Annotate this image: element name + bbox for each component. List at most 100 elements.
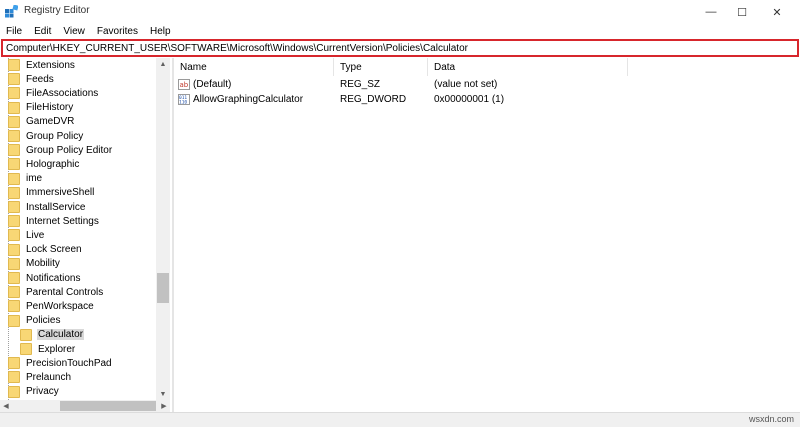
minimize-button[interactable]: — [694, 0, 728, 24]
column-header-name[interactable]: Name [174, 58, 334, 76]
value-name: (Default) [193, 78, 232, 90]
folder-icon [8, 385, 20, 398]
tree-item[interactable]: Prelaunch [8, 370, 72, 384]
tree-item[interactable]: Group Policy Editor [8, 143, 113, 157]
registry-editor-icon [5, 5, 18, 18]
tree-item-label: Explorer [38, 343, 76, 355]
folder-icon [20, 343, 32, 355]
folder-icon [8, 158, 20, 171]
tree-item-label: Group Policy Editor [26, 144, 113, 156]
tree-item[interactable]: Calculator [20, 328, 85, 342]
menu-bar: File Edit View Favorites Help [0, 24, 800, 39]
window-title: Registry Editor [24, 5, 90, 16]
scroll-left-icon[interactable]: ◀ [0, 400, 12, 412]
tree-item[interactable]: Mobility [8, 257, 61, 271]
tree-item[interactable]: FileHistory [8, 101, 74, 115]
tree-item[interactable]: PenWorkspace [8, 299, 95, 313]
tree-horizontal-scrollbar[interactable]: ◀ ▶ [0, 400, 170, 412]
tree-item[interactable]: Privacy [8, 385, 60, 399]
svg-text:110: 110 [179, 99, 187, 105]
tree-item[interactable]: ime [8, 172, 43, 186]
value-type: REG_DWORD [340, 93, 407, 105]
menu-view[interactable]: View [63, 26, 85, 37]
tree-item[interactable]: FileAssociations [8, 86, 99, 100]
column-header-data[interactable]: Data [428, 58, 628, 76]
tree-item[interactable]: Explorer [20, 342, 76, 356]
folder-icon [8, 314, 20, 327]
tree-item[interactable]: Live [8, 228, 45, 242]
tree-item[interactable]: Internet Settings [8, 214, 100, 228]
folder-icon [8, 87, 20, 100]
folder-icon [20, 328, 32, 341]
address-bar[interactable]: Computer\HKEY_CURRENT_USER\SOFTWARE\Micr… [1, 39, 799, 57]
folder-icon [8, 357, 20, 370]
tree-item-label: Holographic [26, 158, 80, 170]
folder-icon [8, 243, 20, 256]
tree-item-label: Notifications [26, 272, 81, 284]
tree-item-label: InstallService [26, 201, 86, 213]
scroll-right-icon[interactable]: ▶ [158, 400, 170, 412]
tree-item-label: ime [26, 173, 43, 185]
tree-item[interactable]: Group Policy [8, 129, 84, 143]
menu-edit[interactable]: Edit [34, 26, 51, 37]
value-row[interactable]: 011 110 AllowGraphingCalculator REG_DWOR… [174, 92, 800, 106]
tree-item-label: FileHistory [26, 102, 74, 114]
value-data: (value not set) [434, 78, 498, 90]
maximize-button[interactable]: ☐ [725, 0, 759, 24]
tree-item[interactable]: InstallService [8, 200, 86, 214]
folder-icon [8, 257, 20, 270]
folder-icon [8, 186, 20, 199]
hscroll-thumb[interactable] [60, 401, 156, 411]
minimize-icon: — [705, 6, 717, 18]
tree-item-label: Mobility [26, 258, 60, 270]
tree-item-label: Calculator [37, 329, 85, 341]
tree-item-label: PenWorkspace [26, 300, 94, 312]
folder-icon [8, 272, 20, 284]
folder-icon [8, 201, 20, 213]
tree-item-label: Feeds [26, 73, 54, 85]
folder-icon [8, 300, 20, 313]
tree-item[interactable]: Lock Screen [8, 243, 83, 257]
tree-item[interactable]: Feeds [8, 72, 55, 86]
key-tree: Extensions Feeds FileAssociations FileHisto… [0, 58, 170, 412]
tree-item-label: Privacy [26, 386, 59, 398]
tree-item[interactable]: PrecisionTouchPad [8, 356, 113, 370]
menu-favorites[interactable]: Favorites [97, 26, 138, 37]
column-separator[interactable] [627, 58, 628, 76]
scroll-up-icon[interactable]: ▲ [156, 58, 170, 70]
tree-item-label: Prelaunch [26, 371, 72, 383]
folder-icon [8, 371, 20, 384]
tree-item-label: ImmersiveShell [26, 187, 95, 199]
tree-vertical-scrollbar[interactable]: ▲ ▼ [156, 58, 170, 400]
tree-item-label: Policies [26, 315, 61, 327]
tree-item-label: FileAssociations [26, 87, 99, 99]
scroll-down-icon[interactable]: ▼ [156, 388, 170, 400]
folder-icon [8, 229, 20, 242]
folder-icon [8, 73, 20, 86]
tree-item-label: Lock Screen [26, 244, 82, 256]
tree-item[interactable]: Notifications [8, 271, 81, 285]
menu-help[interactable]: Help [150, 26, 171, 37]
menu-file[interactable]: File [6, 26, 22, 37]
tree-item[interactable]: Policies [8, 314, 61, 328]
tree-item-label: Extensions [26, 59, 75, 71]
title-bar: Registry Editor — ☐ ✕ [0, 0, 800, 24]
column-header-type[interactable]: Type [334, 58, 428, 76]
tree-item-label: Live [26, 229, 45, 241]
string-value-icon: ab [178, 78, 190, 90]
tree-item[interactable]: Extensions [8, 58, 76, 72]
tree-item[interactable]: ImmersiveShell [8, 186, 95, 200]
close-button[interactable]: ✕ [760, 0, 794, 24]
tree-item-label: Parental Controls [26, 286, 104, 298]
tree-item[interactable]: Parental Controls [8, 285, 104, 299]
scroll-thumb[interactable] [157, 273, 169, 303]
folder-icon [8, 215, 20, 228]
tree-item[interactable]: GameDVR [8, 115, 75, 129]
value-row[interactable]: ab (Default) REG_SZ (value not set) [174, 77, 800, 91]
values-list: Name Type Data ab (Default) REG_SZ (valu… [174, 58, 800, 412]
folder-icon [8, 59, 20, 71]
tree-item[interactable]: Holographic [8, 157, 80, 171]
folder-icon [8, 286, 20, 299]
value-data: 0x00000001 (1) [434, 93, 505, 105]
folder-icon [8, 115, 20, 128]
